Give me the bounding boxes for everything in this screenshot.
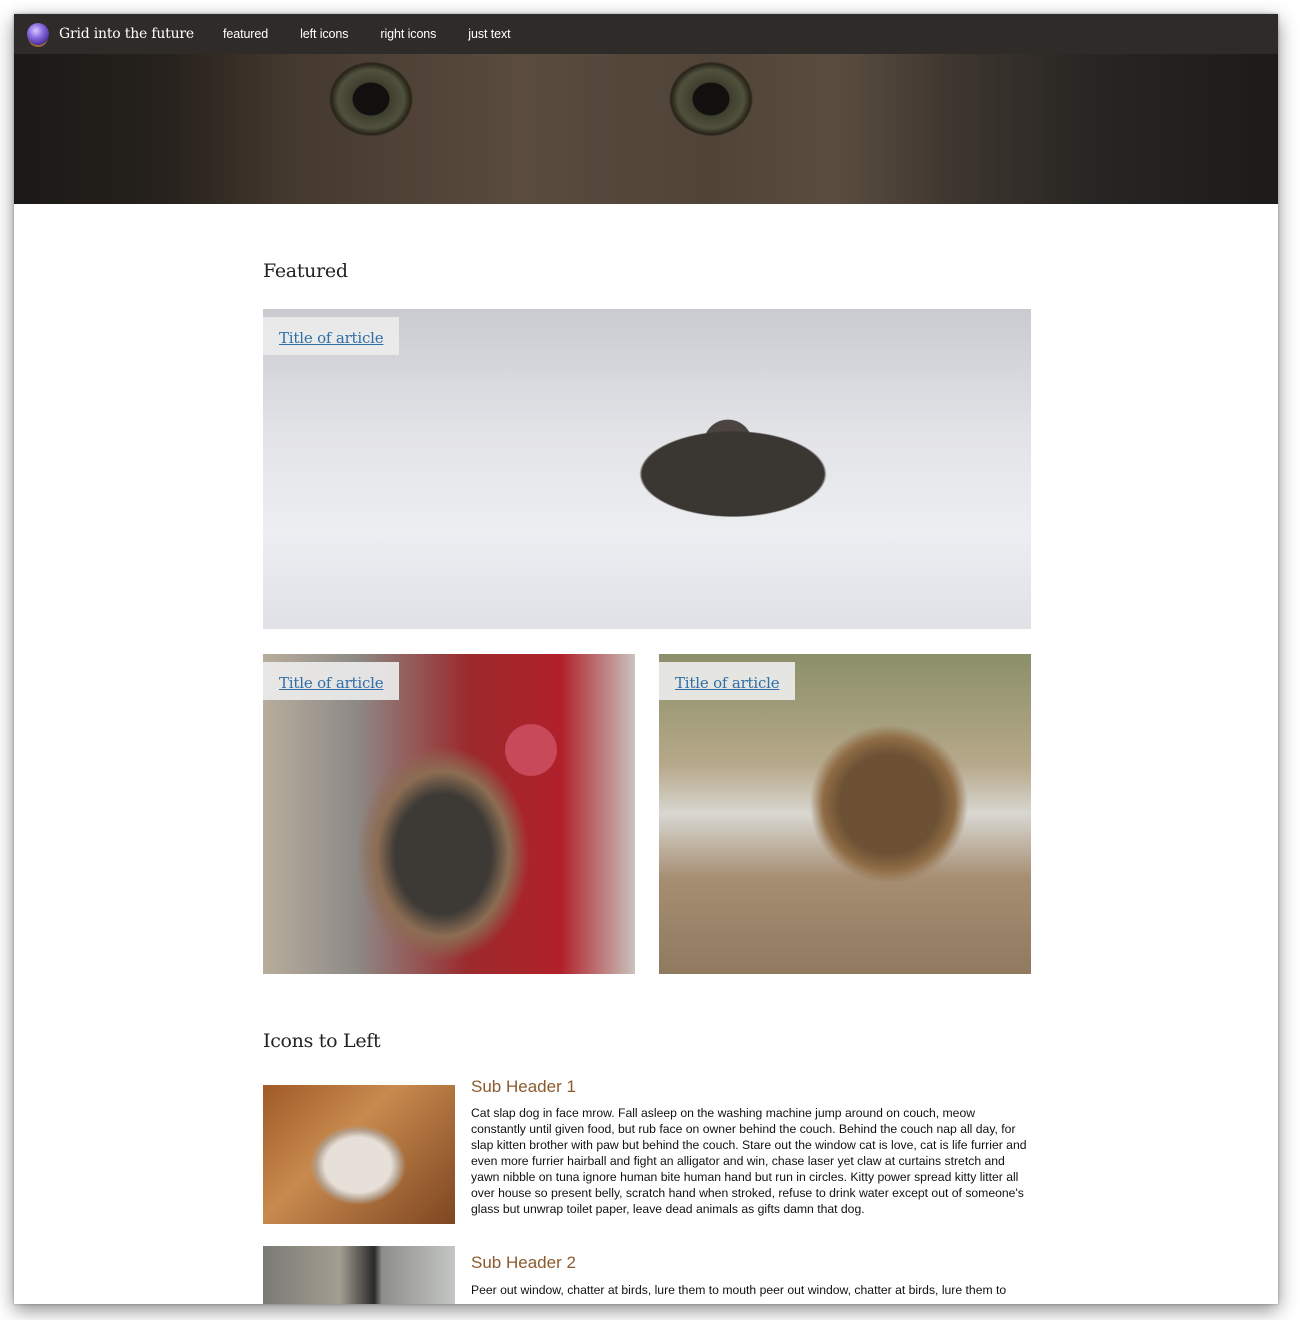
featured-card-left[interactable]: Title of article (263, 654, 635, 974)
tabby-kitten-image (659, 654, 1031, 974)
featured-card-right[interactable]: Title of article (659, 654, 1031, 974)
nav-link-left-icons[interactable]: left icons (300, 27, 348, 41)
calico-kitten-image (263, 654, 635, 974)
icons-to-left-heading: Icons to Left (263, 1030, 381, 1052)
browser-window: Grid into the future featured left icons… (14, 14, 1278, 1304)
sub-header: Sub Header 1 (471, 1077, 576, 1096)
item-text: Peer out window, chatter at birds, lure … (471, 1283, 1007, 1297)
kitten-by-window-thumbnail (263, 1246, 455, 1304)
nav-link-just-text[interactable]: just text (468, 27, 510, 41)
top-navbar: Grid into the future featured left icons… (14, 14, 1278, 54)
crystal-ball-icon[interactable] (27, 23, 49, 45)
nav-link-right-icons[interactable]: right icons (380, 27, 436, 41)
card-title-tag: Title of article (659, 662, 796, 700)
card-title-tag: Title of article (263, 317, 400, 355)
sub-header: Sub Header 2 (471, 1253, 576, 1272)
hero-banner-image (14, 54, 1278, 204)
site-title[interactable]: Grid into the future (59, 26, 223, 42)
featured-card-large[interactable]: Title of article (263, 309, 1031, 629)
card-title-tag: Title of article (263, 662, 400, 700)
article-title-link[interactable]: Title of article (279, 674, 384, 692)
list-item: Sub Header 2 Peer out window, chatter at… (263, 1246, 1031, 1304)
sleeping-kitten-thumbnail (263, 1085, 455, 1224)
nav-link-featured[interactable]: featured (223, 27, 268, 41)
list-item: Sub Header 1 Cat slap dog in face mrow. … (263, 1077, 1031, 1225)
article-title-link[interactable]: Title of article (279, 329, 384, 347)
featured-heading: Featured (263, 260, 348, 282)
article-title-link[interactable]: Title of article (675, 674, 780, 692)
kitten-in-snow-image (263, 309, 1031, 629)
item-text: Cat slap dog in face mrow. Fall asleep o… (471, 1106, 1027, 1216)
